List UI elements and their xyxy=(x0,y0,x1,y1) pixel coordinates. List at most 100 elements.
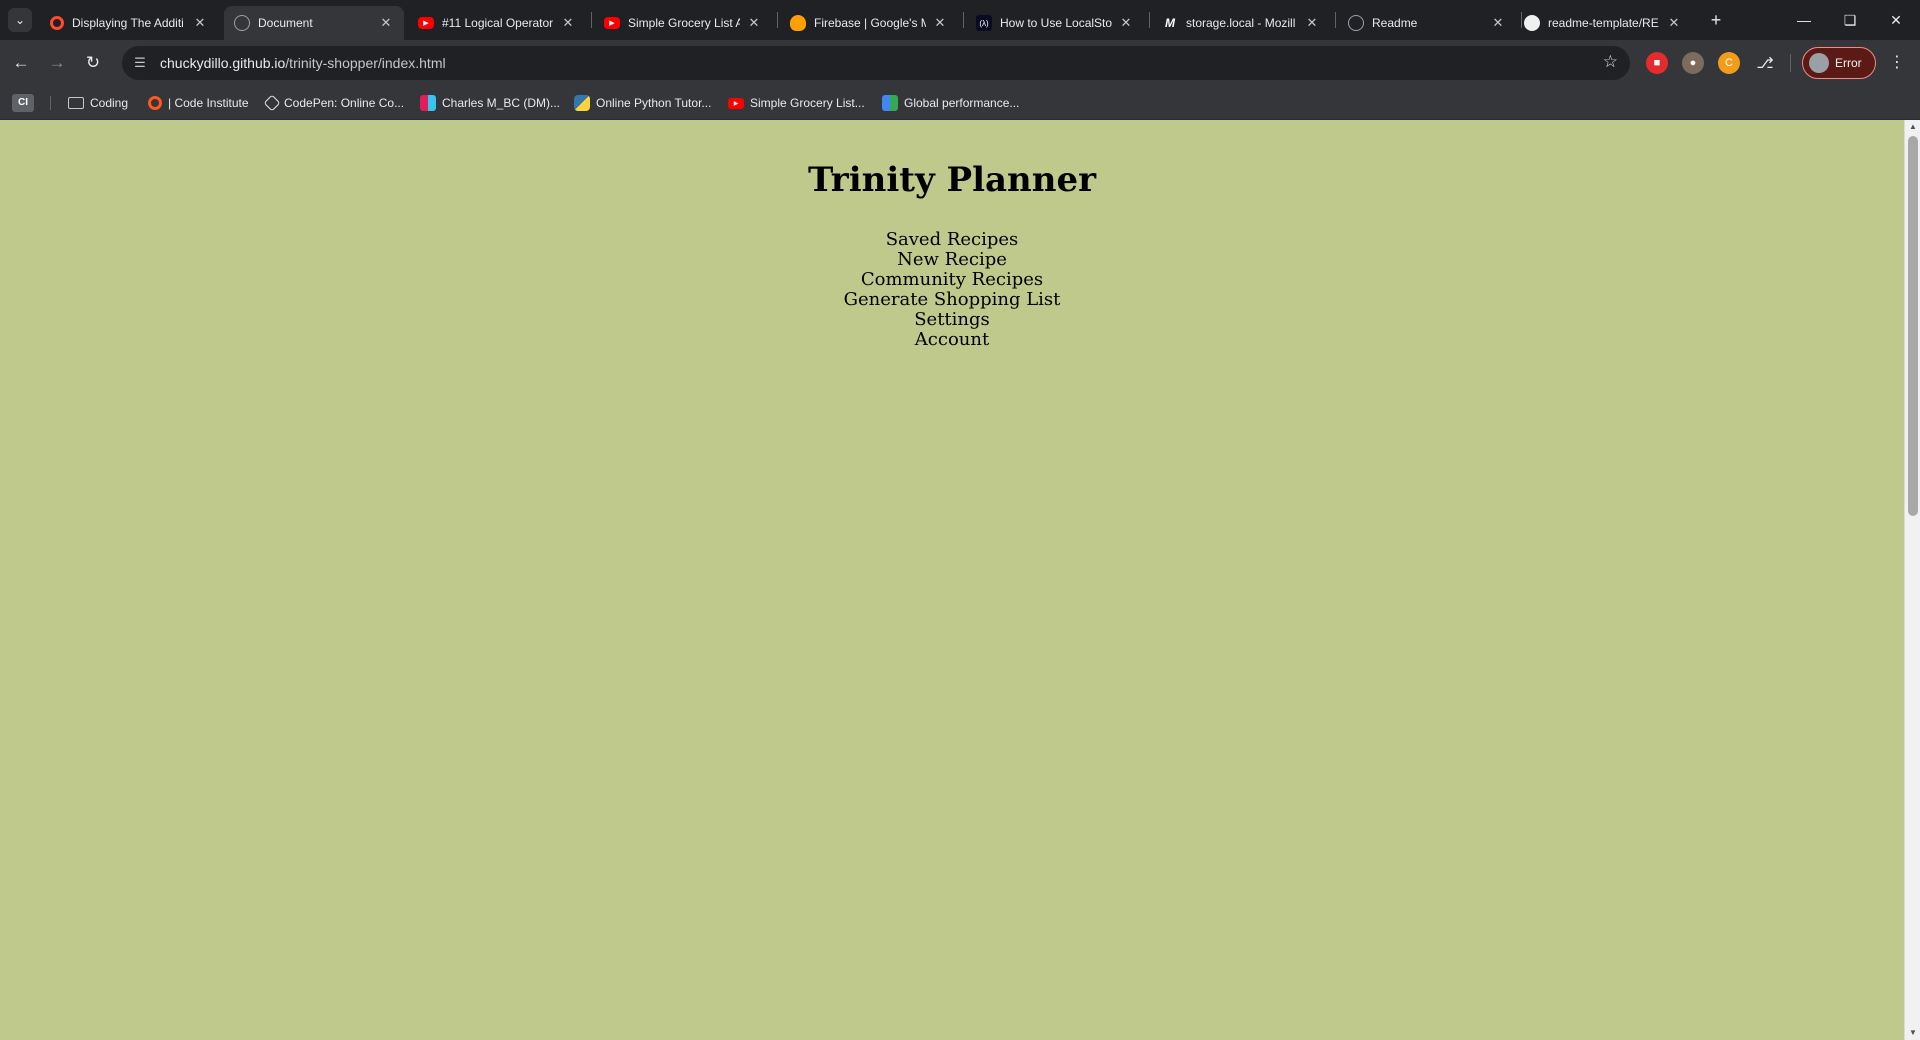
codepen-icon xyxy=(263,94,281,112)
nav-item-community-recipes[interactable]: Community Recipes xyxy=(0,270,1904,290)
close-window-icon[interactable]: ✕ xyxy=(1874,0,1918,40)
bookmark-item-slack[interactable]: Charles M_BC (DM)... xyxy=(420,93,560,113)
bookmark-star-icon[interactable]: ☆ xyxy=(1603,52,1618,72)
bookmark-item-python-tutor[interactable]: Online Python Tutor... xyxy=(574,93,711,113)
bookmark-label: | Code Institute xyxy=(168,96,249,110)
close-icon[interactable]: ✕ xyxy=(1490,15,1506,31)
code-institute-icon xyxy=(148,96,162,110)
page-viewport: Trinity Planner Saved Recipes New Recipe… xyxy=(0,120,1904,1040)
tab-separator xyxy=(777,12,778,28)
minimize-icon[interactable]: — xyxy=(1782,0,1826,40)
bookmark-item-global-performance[interactable]: Global performance... xyxy=(882,93,1019,113)
tab-title: Firebase | Google's M xyxy=(814,16,926,30)
tab-title: Document xyxy=(258,16,313,30)
youtube-icon: ▶ xyxy=(604,17,620,29)
browser-toolbar: ← → ↻ ☰ chuckydillo.github.io/trinity-sh… xyxy=(0,40,1920,86)
tab-separator xyxy=(1335,12,1336,28)
bookmarks-bar: CI Coding | Code Institute CodePen: Onli… xyxy=(0,86,1920,120)
bookmarks-separator xyxy=(50,96,51,110)
youtube-icon: ▶ xyxy=(728,97,744,109)
close-icon[interactable]: ✕ xyxy=(560,15,576,31)
tab-2[interactable]: ▶ #11 Logical Operator ✕ xyxy=(408,6,586,40)
bookmark-label: Charles M_BC (DM)... xyxy=(442,96,561,110)
extension-red-icon[interactable]: ■ xyxy=(1646,52,1668,74)
tab-title: How to Use LocalStor xyxy=(1000,16,1112,30)
close-icon[interactable]: ✕ xyxy=(378,15,394,31)
tab-title: readme-template/RE xyxy=(1548,16,1659,30)
tab-title: #11 Logical Operator xyxy=(442,16,554,30)
tab-title: Simple Grocery List A xyxy=(628,16,740,30)
folder-icon xyxy=(68,97,84,109)
main-nav: Saved Recipes New Recipe Community Recip… xyxy=(0,230,1904,350)
tab-7[interactable]: Readme ✕ xyxy=(1338,6,1516,40)
freecodecamp-icon: (λ) xyxy=(976,15,992,31)
toolbar-separator xyxy=(1790,54,1791,72)
pagespeed-icon xyxy=(882,95,898,111)
tab-strip: ⌄ Displaying The Additi ✕ Document ✕ ▶ #… xyxy=(0,0,1920,40)
tab-6[interactable]: M storage.local - Mozill ✕ xyxy=(1152,6,1330,40)
tab-5[interactable]: (λ) How to Use LocalStor ✕ xyxy=(966,6,1144,40)
profile-button[interactable]: Error xyxy=(1802,47,1876,79)
tab-8[interactable]: readme-template/RE ✕ xyxy=(1514,6,1692,40)
close-icon[interactable]: ✕ xyxy=(1304,15,1320,31)
bookmark-item-grocery-list[interactable]: ▶ Simple Grocery List... xyxy=(728,93,865,113)
tab-1[interactable]: Document ✕ xyxy=(224,6,404,40)
tab-separator xyxy=(591,12,592,28)
nav-item-account[interactable]: Account xyxy=(0,330,1904,350)
profile-status: Error xyxy=(1835,56,1862,70)
nav-item-saved-recipes[interactable]: Saved Recipes xyxy=(0,230,1904,250)
tab-title: Readme xyxy=(1372,16,1418,30)
restore-icon[interactable]: ❏ xyxy=(1828,0,1872,40)
ci-bookmark[interactable]: CI xyxy=(12,94,34,112)
site-info-icon[interactable]: ☰ xyxy=(130,55,150,71)
nav-item-settings[interactable]: Settings xyxy=(0,310,1904,330)
extension-avatar-icon[interactable]: ● xyxy=(1682,52,1704,74)
scroll-down-arrow-icon[interactable]: ▼ xyxy=(1905,1026,1920,1040)
scroll-up-arrow-icon[interactable]: ▲ xyxy=(1905,120,1920,134)
python-icon xyxy=(574,95,590,111)
close-icon[interactable]: ✕ xyxy=(746,15,762,31)
close-icon[interactable]: ✕ xyxy=(192,15,208,31)
bookmark-label: Simple Grocery List... xyxy=(750,96,865,110)
youtube-icon: ▶ xyxy=(418,17,434,29)
close-icon[interactable]: ✕ xyxy=(1118,15,1134,31)
tab-0[interactable]: Displaying The Additi ✕ xyxy=(40,6,218,40)
tab-title: Displaying The Additi xyxy=(72,16,184,30)
tab-separator xyxy=(963,12,964,28)
page-title: Trinity Planner xyxy=(807,160,1097,200)
extension-orange-icon[interactable]: C xyxy=(1718,52,1740,74)
bookmark-label: Coding xyxy=(90,96,129,110)
tab-search-chevron-icon[interactable]: ⌄ xyxy=(8,8,32,32)
bookmark-item-code-institute[interactable]: | Code Institute xyxy=(148,93,249,113)
bookmark-label: CodePen: Online Co... xyxy=(284,96,405,110)
back-arrow-icon[interactable]: ← xyxy=(6,48,36,78)
mdn-icon: M xyxy=(1165,16,1175,30)
slack-icon xyxy=(420,95,436,111)
close-icon[interactable]: ✕ xyxy=(932,15,948,31)
globe-icon xyxy=(1348,15,1364,31)
tab-4[interactable]: Firebase | Google's M ✕ xyxy=(780,6,958,40)
page-scrollbar[interactable]: ▲ ▼ xyxy=(1904,120,1920,1040)
kebab-menu-icon[interactable]: ⋮ xyxy=(1886,52,1908,74)
bookmark-label: Global performance... xyxy=(904,96,1020,110)
close-icon[interactable]: ✕ xyxy=(1666,15,1682,31)
url-host: chuckydillo.github.io xyxy=(160,55,286,71)
bookmark-item-coding[interactable]: Coding xyxy=(68,93,128,113)
nav-item-new-recipe[interactable]: New Recipe xyxy=(0,250,1904,270)
new-tab-button[interactable]: + xyxy=(1704,8,1728,32)
firebase-icon xyxy=(790,15,806,31)
opera-icon xyxy=(50,16,64,30)
scrollbar-thumb[interactable] xyxy=(1908,136,1918,516)
url-path: /trinity-shopper/index.html xyxy=(285,55,446,71)
bookmark-item-codepen[interactable]: CodePen: Online Co... xyxy=(263,93,405,113)
nav-item-generate-shopping-list[interactable]: Generate Shopping List xyxy=(0,290,1904,310)
address-bar[interactable]: ☰ chuckydillo.github.io/trinity-shopper/… xyxy=(122,46,1630,80)
tab-separator xyxy=(1149,12,1150,28)
reload-icon[interactable]: ↻ xyxy=(78,48,108,78)
globe-icon xyxy=(234,15,250,31)
forward-arrow-icon[interactable]: → xyxy=(42,48,72,78)
extensions-puzzle-icon[interactable]: ⎇ xyxy=(1754,52,1776,74)
github-icon xyxy=(1524,15,1540,31)
tab-title: storage.local - Mozill xyxy=(1186,16,1296,30)
tab-3[interactable]: ▶ Simple Grocery List A ✕ xyxy=(594,6,772,40)
